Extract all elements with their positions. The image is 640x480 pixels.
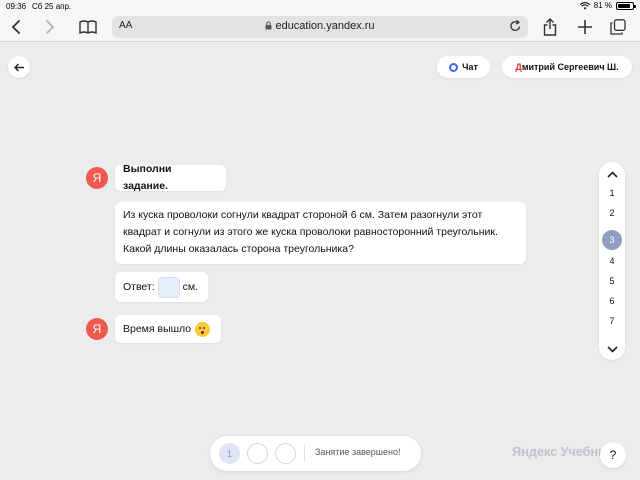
- chat-label: Чат: [462, 62, 478, 72]
- browser-back-icon[interactable]: [6, 17, 26, 37]
- status-date: Сб 25 апр.: [32, 2, 72, 11]
- status-bar: 09:36 Сб 25 апр. 81 %: [0, 0, 640, 12]
- task-nav-item-1[interactable]: 1: [602, 183, 622, 203]
- url-bar[interactable]: AA education.yandex.ru: [112, 16, 528, 38]
- new-tab-icon[interactable]: [575, 17, 595, 37]
- bookmarks-icon[interactable]: [78, 17, 98, 37]
- yandex-uchebnik-watermark: Яндекс Учебник: [512, 444, 613, 459]
- answer-input[interactable]: [157, 276, 180, 298]
- time-up-message: Время вышло: [115, 315, 221, 343]
- nav-up-chevron-icon[interactable]: [605, 167, 619, 181]
- page-back-button[interactable]: [8, 56, 30, 78]
- user-name: митрий Сергеевич Ш.: [521, 62, 619, 72]
- answer-message: Ответ: см.: [115, 272, 208, 302]
- task-nav-item-4[interactable]: 4: [602, 251, 622, 271]
- wifi-icon: [579, 1, 590, 9]
- battery-icon: [616, 1, 636, 10]
- task-nav-item-2[interactable]: 2: [602, 203, 622, 223]
- lock-icon: [265, 21, 272, 30]
- tabs-icon[interactable]: [608, 17, 628, 37]
- yandex-avatar: Я: [86, 318, 108, 340]
- task-text-message: Из куска проволоки согнули квадрат сторо…: [115, 202, 526, 264]
- url-text: education.yandex.ru: [275, 20, 375, 32]
- browser-forward-icon[interactable]: [40, 17, 60, 37]
- task-navigation: 1 2 3 4 5 6 7: [599, 162, 625, 360]
- chat-icon: [449, 62, 459, 72]
- status-time: 09:36: [6, 2, 27, 11]
- time-up-text: Время вышло: [123, 322, 192, 335]
- browser-toolbar: AA education.yandex.ru: [0, 12, 640, 42]
- progress-step-2[interactable]: [247, 443, 268, 464]
- answer-label: Ответ:: [123, 280, 155, 293]
- yandex-avatar: Я: [86, 167, 108, 189]
- task-nav-item-6[interactable]: 6: [602, 291, 622, 311]
- nav-down-chevron-icon[interactable]: [605, 342, 619, 356]
- progress-step-1[interactable]: 1: [219, 443, 240, 464]
- answer-unit: см.: [182, 280, 199, 293]
- task-nav-item-5[interactable]: 5: [602, 271, 622, 291]
- lesson-status: Занятие завершено!: [315, 447, 401, 457]
- chat-button[interactable]: Чат: [437, 56, 490, 78]
- divider: [304, 445, 305, 462]
- instruction-message: Выполни задание.: [115, 163, 226, 192]
- lesson-progress-bar: 1 Занятие завершено!: [210, 436, 421, 471]
- arrow-left-icon: [13, 63, 24, 71]
- surprised-emoji-icon: [195, 321, 211, 337]
- task-nav-item-3[interactable]: 3: [602, 230, 622, 250]
- reload-icon[interactable]: [509, 19, 522, 33]
- share-icon[interactable]: [540, 17, 560, 37]
- progress-step-3[interactable]: [275, 443, 296, 464]
- help-button[interactable]: ?: [600, 442, 626, 468]
- user-menu-button[interactable]: Дмитрий Сергеевич Ш.: [502, 56, 632, 78]
- task-nav-item-7[interactable]: 7: [602, 311, 622, 331]
- battery-percent: 81 %: [593, 1, 612, 10]
